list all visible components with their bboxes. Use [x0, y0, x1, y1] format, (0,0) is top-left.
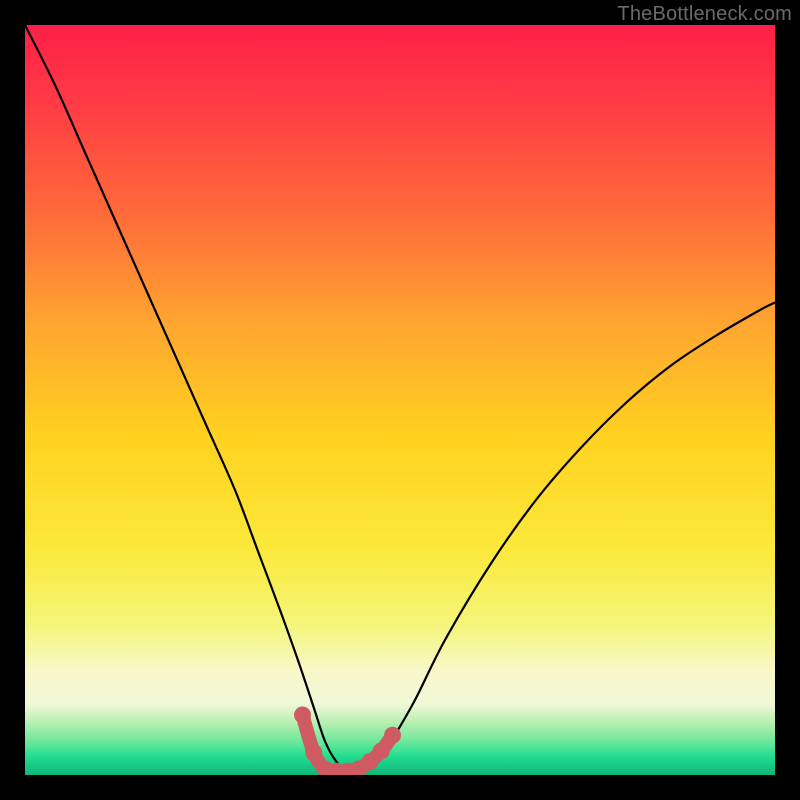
chart-svg [25, 25, 775, 775]
optimal-marker [294, 707, 311, 724]
optimal-marker [384, 727, 401, 744]
chart-frame: TheBottleneck.com [0, 0, 800, 800]
plot-area [25, 25, 775, 775]
gradient-background [25, 25, 775, 775]
optimal-marker [373, 743, 390, 760]
watermark-text: TheBottleneck.com [617, 3, 792, 26]
optimal-marker [305, 744, 322, 761]
